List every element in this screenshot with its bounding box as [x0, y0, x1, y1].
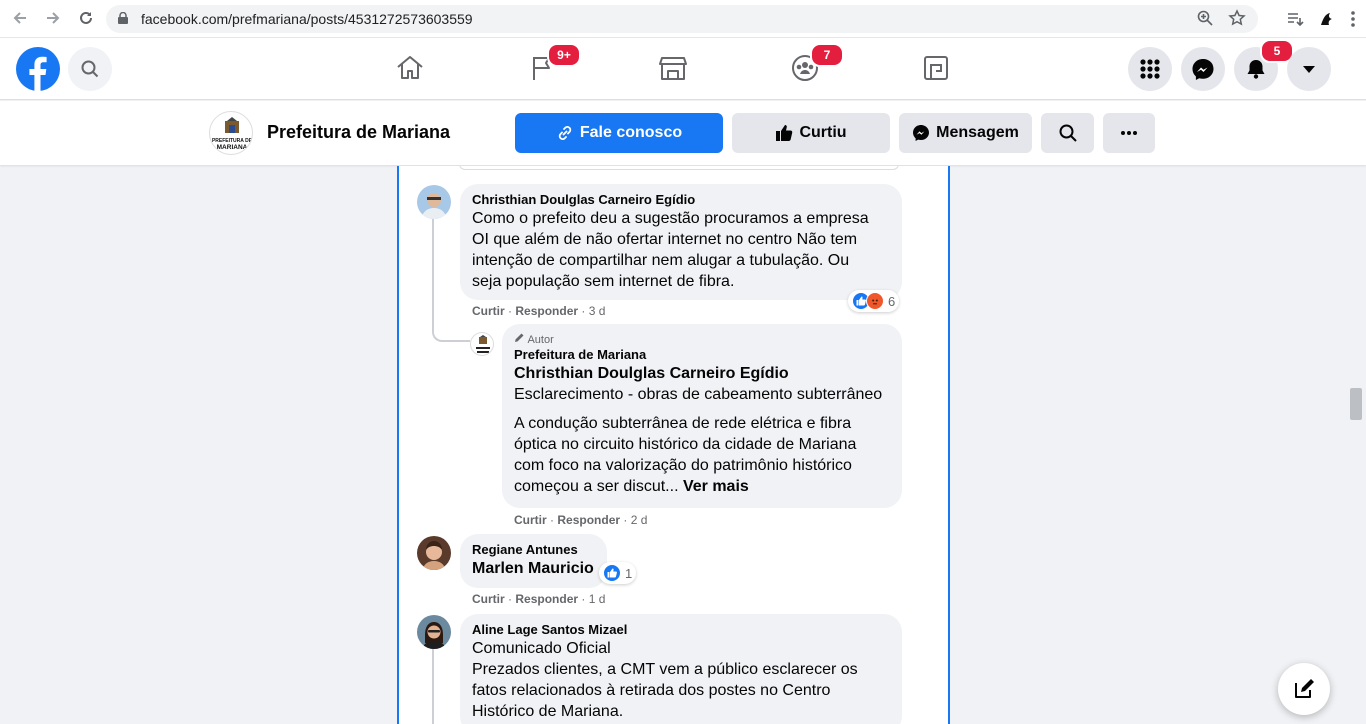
address-bar[interactable]: facebook.com/prefmariana/posts/453127257… — [106, 5, 1258, 33]
comment-actions: Curtir · Responder · 1 d — [472, 592, 606, 606]
groups-badge: 7 — [810, 43, 844, 67]
reactions-summary[interactable]: 6 — [848, 290, 900, 312]
facebook-top-nav: 9+ 7 5 — [0, 38, 1366, 100]
reply-comment-link[interactable]: Responder — [557, 513, 620, 527]
page-header: PREFEITURA DE MARIANA Prefeitura de Mari… — [0, 101, 1366, 165]
liked-button[interactable]: Curtiu — [732, 113, 890, 153]
home-icon[interactable] — [394, 52, 426, 84]
comment-text-line: Comunicado Oficial — [472, 640, 611, 657]
author-badge: Autor — [514, 332, 890, 347]
comment-author[interactable]: Christhian Doulglas Carneiro Egídio — [472, 192, 890, 208]
bookmark-star-icon[interactable] — [1228, 9, 1246, 27]
new-message-button[interactable] — [1278, 663, 1330, 715]
comment-text-line: Como o prefeito deu a sugestão procuramo… — [472, 210, 869, 227]
page-search-button[interactable] — [1041, 113, 1094, 153]
reply-comment-link[interactable]: Responder — [515, 592, 578, 606]
search-icon — [1059, 124, 1077, 142]
mention-link[interactable]: Marlen Mauricio — [472, 558, 595, 579]
message-button-label: Mensagem — [936, 124, 1019, 141]
reading-list-icon[interactable] — [1286, 10, 1304, 28]
angry-reaction-icon — [866, 292, 884, 310]
comments-panel: Christhian Doulglas Carneiro Egídio Como… — [397, 166, 950, 724]
comment-text-line: seja população sem internet de fibra. — [472, 273, 735, 290]
like-comment-link[interactable]: Curtir — [472, 304, 505, 318]
comment-subtitle: Esclarecimento - obras de cabeamento sub… — [514, 386, 883, 403]
comment-text-line: A condução subterrânea de rede elétrica … — [514, 415, 852, 432]
page-reply-avatar[interactable] — [470, 332, 494, 356]
comment-timestamp[interactable]: 2 d — [631, 513, 648, 527]
link-icon — [558, 126, 572, 140]
comment-author[interactable]: Prefeitura de Mariana — [514, 347, 890, 363]
browser-menu-icon[interactable] — [1350, 10, 1356, 28]
page-scrollbar[interactable] — [1350, 388, 1362, 420]
previous-post-edge — [459, 166, 899, 170]
facebook-logo-icon[interactable] — [16, 47, 60, 91]
lock-icon — [118, 12, 128, 24]
comment-text-line: com foco na valorização do patrimônio hi… — [514, 457, 852, 474]
comment-bubble: Regiane Antunes Marlen Mauricio — [460, 534, 607, 588]
caret-down-icon — [1303, 66, 1315, 73]
comment-bubble: Aline Lage Santos Mizael Comunicado Ofic… — [460, 614, 902, 724]
menu-grid-icon — [1140, 59, 1160, 79]
url-text: facebook.com/prefmariana/posts/453127257… — [141, 11, 473, 27]
browser-toolbar: facebook.com/prefmariana/posts/453127257… — [0, 0, 1366, 38]
comment-author[interactable]: Aline Lage Santos Mizael — [472, 622, 890, 638]
page-avatar[interactable]: PREFEITURA DE MARIANA — [209, 111, 253, 155]
more-dots-icon — [1121, 131, 1137, 135]
comment-timestamp[interactable]: 3 d — [589, 304, 606, 318]
more-options-button[interactable] — [1103, 113, 1155, 153]
mention-link[interactable]: Christhian Doulglas Carneiro Egídio — [514, 363, 890, 384]
reactions-summary[interactable]: 1 — [599, 562, 637, 584]
message-button[interactable]: Mensagem — [899, 113, 1032, 153]
avatar[interactable] — [417, 536, 451, 570]
menu-button[interactable] — [1128, 47, 1172, 91]
comment-timestamp[interactable]: 1 d — [589, 592, 606, 606]
gaming-icon[interactable] — [920, 52, 952, 84]
comment-text-line: começou a ser discut... Ver mais — [514, 478, 749, 495]
comment-text-line: OI que além de não ofertar internet no c… — [472, 231, 858, 248]
thumbs-up-icon — [776, 125, 793, 141]
avatar[interactable] — [417, 185, 451, 219]
messenger-icon — [1192, 59, 1214, 80]
liked-button-label: Curtiu — [799, 124, 847, 141]
zoom-icon[interactable] — [1196, 9, 1214, 27]
reaction-count: 1 — [625, 565, 633, 581]
like-reaction-icon — [603, 564, 621, 582]
account-button[interactable] — [1287, 47, 1331, 91]
reaction-count: 6 — [888, 293, 896, 309]
comment-text-line: óptica no circuito histórico da cidade d… — [514, 436, 857, 453]
messenger-icon — [913, 125, 930, 141]
marketplace-icon[interactable] — [657, 52, 689, 84]
comment-text-line: Histórico de Mariana. — [472, 703, 624, 720]
search-button[interactable] — [68, 47, 112, 91]
comment-author[interactable]: Regiane Antunes — [472, 542, 595, 558]
contact-button[interactable]: Fale conosco — [515, 113, 723, 153]
search-icon — [81, 60, 99, 78]
like-comment-link[interactable]: Curtir — [514, 513, 547, 527]
page-title[interactable]: Prefeitura de Mariana — [267, 122, 450, 143]
forward-icon[interactable] — [43, 9, 63, 29]
comment-text-line: intenção de compartilhar nem alugar a tu… — [472, 252, 850, 269]
avatar[interactable] — [417, 615, 451, 649]
comment-actions: Curtir · Responder · 3 d — [472, 304, 606, 318]
comment-actions: Curtir · Responder · 2 d — [514, 513, 648, 527]
like-comment-link[interactable]: Curtir — [472, 592, 505, 606]
pencil-icon — [515, 333, 524, 342]
reload-icon[interactable] — [76, 9, 96, 29]
pages-badge: 9+ — [547, 43, 581, 67]
comment-bubble: Autor Prefeitura de Mariana Christhian D… — [502, 324, 902, 508]
contact-button-label: Fale conosco — [579, 124, 683, 141]
comment-text-line: Prezados clientes, a CMT vem a público e… — [472, 661, 858, 678]
messenger-button[interactable] — [1181, 47, 1225, 91]
reply-comment-link[interactable]: Responder — [515, 304, 578, 318]
see-more-link[interactable]: Ver mais — [683, 478, 749, 495]
comment-bubble: Christhian Doulglas Carneiro Egídio Como… — [460, 184, 902, 300]
profile-avatar-icon[interactable] — [1316, 8, 1338, 30]
svg-text:MARIANA: MARIANA — [217, 144, 248, 151]
back-icon[interactable] — [10, 9, 30, 29]
reply-thread-line — [432, 648, 434, 724]
comment-text-line: fatos relacionados à retirada dos postes… — [472, 682, 831, 699]
compose-icon — [1295, 679, 1314, 698]
